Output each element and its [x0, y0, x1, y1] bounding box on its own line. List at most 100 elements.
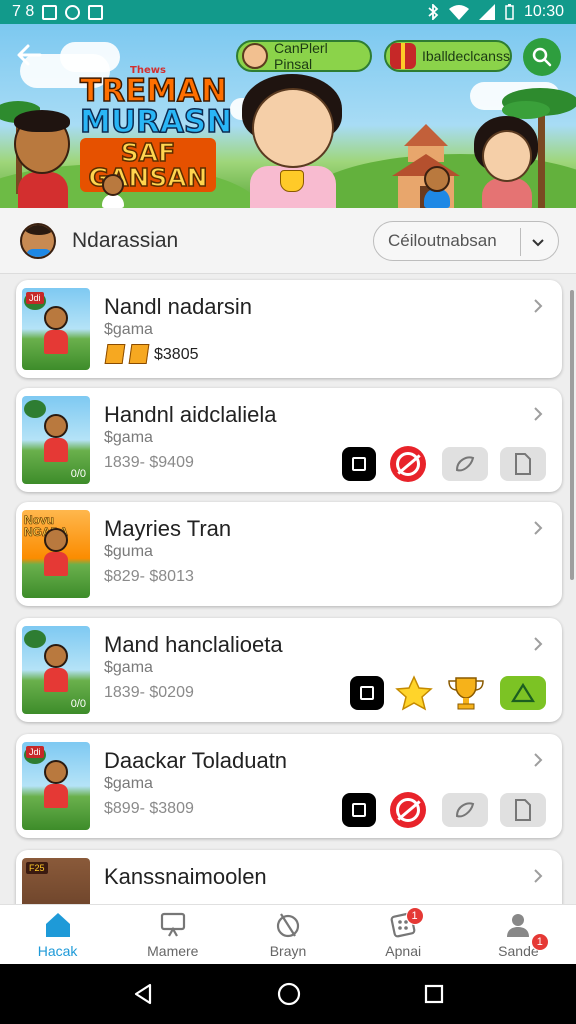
game-actions [350, 675, 546, 711]
sort-dropdown-label: Céiloutnabsan [388, 231, 497, 250]
game-subtitle: $gama [104, 429, 153, 446]
back-button[interactable] [12, 38, 46, 72]
block-icon[interactable] [390, 446, 426, 482]
square-icon[interactable] [342, 793, 376, 827]
game-subtitle: $gama [104, 321, 153, 338]
game-thumbnail: 0/0 [22, 396, 90, 484]
game-thumbnail: F25 [22, 858, 90, 904]
chevron-right-icon [534, 753, 543, 767]
wreath-icon[interactable] [442, 793, 488, 827]
character-girl-center [228, 74, 358, 208]
bottom-navigation: Hacak Mamere Brayn Apnai 1 Sande 1 [0, 904, 576, 964]
game-list[interactable]: Jdi Nandl nadarsin $gama $3805 0/0 Handn… [0, 274, 576, 904]
back-arrow-icon [17, 44, 42, 66]
sync-icon [65, 4, 81, 20]
nav-item-home[interactable]: Hacak [0, 905, 115, 964]
nav-label: Apnai [385, 943, 422, 959]
bluetooth-icon [427, 4, 439, 20]
player-avatar-icon [242, 43, 268, 69]
chevron-right-icon [534, 637, 543, 651]
game-price: $3805 [154, 346, 199, 363]
recents-square-icon[interactable] [423, 983, 445, 1005]
nav-label: Mamere [147, 943, 199, 959]
chevron-right-icon [534, 407, 543, 421]
chevron-right-icon [534, 299, 543, 313]
wreath-icon[interactable] [442, 447, 488, 481]
home-icon [45, 913, 70, 937]
rewards-chip-label: Iballdeclcanss [422, 48, 510, 64]
game-thumbnail: Jdi [22, 288, 90, 370]
hat-icon[interactable] [500, 676, 546, 710]
section-header: Ndarassian Céiloutnabsan [0, 208, 576, 274]
nav-item-monitor[interactable]: Mamere [115, 905, 230, 964]
character-kid-under-logo [98, 174, 128, 208]
hero-banner: CanPlerl Pinsal Iballdeclcanss Thews TRE… [0, 24, 576, 208]
list-item[interactable]: Novu NGADA Mayries Tran $guma $829- $801… [16, 502, 562, 606]
monitor-icon [160, 912, 185, 937]
chevron-right-icon [534, 869, 543, 883]
nav-label: Hacak [37, 943, 78, 959]
game-thumbnail: 0/0 [22, 626, 90, 714]
nav-item-profile[interactable]: Sande 1 [461, 905, 576, 964]
character-girl-right [472, 116, 542, 208]
nav-item-cards[interactable]: Apnai 1 [346, 905, 461, 964]
section-title: Ndarassian [72, 228, 179, 252]
back-triangle-icon[interactable] [131, 982, 155, 1006]
chevron-right-icon [534, 521, 543, 535]
message-icon [88, 4, 104, 20]
rewards-chip[interactable]: Iballdeclcanss [384, 40, 512, 72]
game-thumbnail: Jdi [22, 742, 90, 830]
trophy-icon[interactable] [446, 676, 486, 710]
shape-icon [276, 913, 300, 938]
status-bar: 7 8 10:30 [0, 0, 576, 24]
system-navigation [0, 964, 576, 1024]
person-icon [507, 914, 530, 937]
nav-item-shape[interactable]: Brayn [230, 905, 345, 964]
battery-icon [505, 4, 514, 20]
notification-badge: 1 [530, 933, 549, 951]
star-icon[interactable] [394, 675, 434, 711]
square-icon[interactable] [342, 447, 376, 481]
section-avatar [20, 222, 56, 259]
list-item[interactable]: Jdi Daackar Toladuatn $gama $899- $3809 [16, 734, 562, 838]
game-subtitle: $gama [104, 775, 153, 792]
status-time-left: 7 8 [12, 3, 35, 20]
game-price: 1839- $0209 [104, 684, 194, 701]
game-price: $829- $8013 [104, 568, 194, 585]
game-price: $899- $3809 [104, 800, 194, 817]
game-subtitle: $gama [104, 659, 153, 676]
game-actions [342, 446, 546, 482]
player-chip-label: CanPlerl Pinsal [274, 40, 328, 72]
block-icon[interactable] [390, 792, 426, 828]
chevron-down-icon [532, 239, 544, 247]
notification-icon [42, 4, 58, 20]
game-title: Nandl nadarsin [104, 294, 252, 319]
signal-icon [478, 4, 495, 20]
list-item[interactable]: Jdi Nandl nadarsin $gama $3805 [16, 280, 562, 378]
game-title: Daackar Toladuatn [104, 748, 288, 773]
list-item[interactable]: F25 Kanssnaimoolen [16, 850, 562, 904]
game-subtitle: $guma [104, 543, 153, 560]
game-thumbnail: Novu NGADA [22, 510, 90, 598]
home-circle-icon[interactable] [276, 981, 302, 1007]
coin-icon [104, 344, 126, 364]
status-time-right: 10:30 [523, 3, 564, 20]
scrollbar[interactable] [570, 290, 574, 580]
document-icon[interactable] [500, 793, 546, 827]
sort-dropdown[interactable]: Céiloutnabsan [373, 221, 559, 261]
list-item[interactable]: 0/0 Mand hanclalioeta $gama 1839- $0209 [16, 618, 562, 722]
game-title: Handnl aidclaliela [104, 402, 277, 427]
search-button[interactable] [523, 38, 561, 76]
player-chip[interactable]: CanPlerl Pinsal [236, 40, 372, 72]
character-kid-small [420, 164, 454, 208]
nav-label: Brayn [269, 943, 307, 959]
wifi-icon [448, 4, 469, 20]
document-icon[interactable] [500, 447, 546, 481]
game-actions [342, 792, 546, 828]
list-item[interactable]: 0/0 Handnl aidclaliela $gama 1839- $9409 [16, 388, 562, 492]
gift-icon [390, 43, 416, 69]
game-title: Mand hanclalioeta [104, 632, 283, 657]
coin-icon [128, 344, 150, 364]
game-title: Mayries Tran [104, 516, 232, 541]
square-icon[interactable] [350, 676, 384, 710]
